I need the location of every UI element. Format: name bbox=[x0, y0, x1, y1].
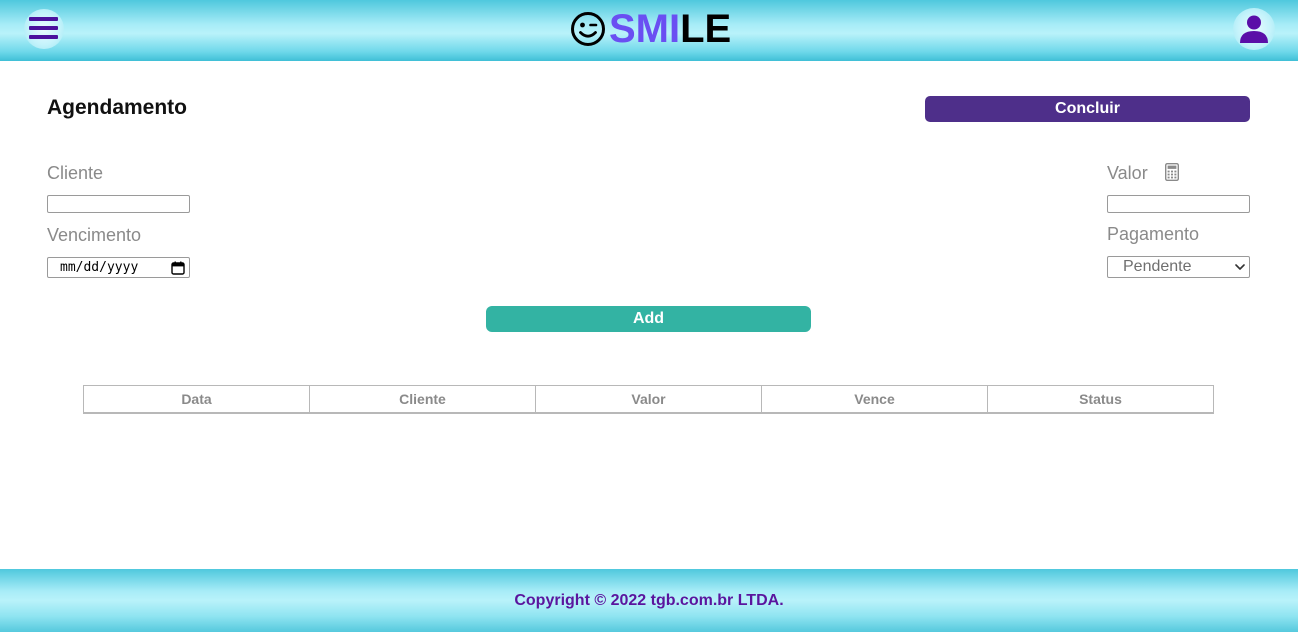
calculator-icon[interactable] bbox=[1165, 163, 1179, 181]
copyright-text: Copyright © 2022 tgb.com.br LTDA. bbox=[514, 592, 784, 609]
valor-label: Valor bbox=[1107, 163, 1148, 183]
pagamento-select[interactable]: Pendente bbox=[1107, 256, 1250, 278]
user-icon bbox=[1240, 15, 1268, 43]
date-placeholder: mm/dd/yyyy bbox=[60, 260, 139, 275]
app-footer: Copyright © 2022 tgb.com.br LTDA. bbox=[0, 569, 1298, 632]
table-frame bbox=[83, 385, 1214, 414]
logo-text-le: LE bbox=[680, 6, 732, 51]
logo-text-smi: SMI bbox=[609, 6, 681, 51]
concluir-button[interactable]: Concluir bbox=[925, 96, 1250, 122]
cliente-label: Cliente bbox=[47, 163, 104, 183]
pagamento-selected-value: Pendente bbox=[1123, 258, 1192, 275]
vencimento-date-input[interactable]: mm/dd/yyyy bbox=[47, 257, 190, 278]
menu-button[interactable] bbox=[24, 9, 64, 49]
app-header: SMI LE bbox=[0, 0, 1298, 61]
valor-input[interactable] bbox=[1107, 195, 1250, 213]
winking-smiley-icon bbox=[571, 12, 605, 46]
vencimento-label: Vencimento bbox=[47, 225, 142, 245]
app-logo: SMI LE bbox=[570, 6, 731, 52]
add-button[interactable]: Add bbox=[486, 306, 811, 332]
calendar-icon[interactable] bbox=[171, 261, 185, 275]
chevron-down-icon bbox=[1235, 264, 1245, 270]
page-title: Agendamento bbox=[47, 96, 188, 119]
pagamento-label: Pagamento bbox=[1107, 224, 1200, 244]
cliente-input[interactable] bbox=[47, 195, 190, 213]
user-button[interactable] bbox=[1233, 8, 1275, 50]
